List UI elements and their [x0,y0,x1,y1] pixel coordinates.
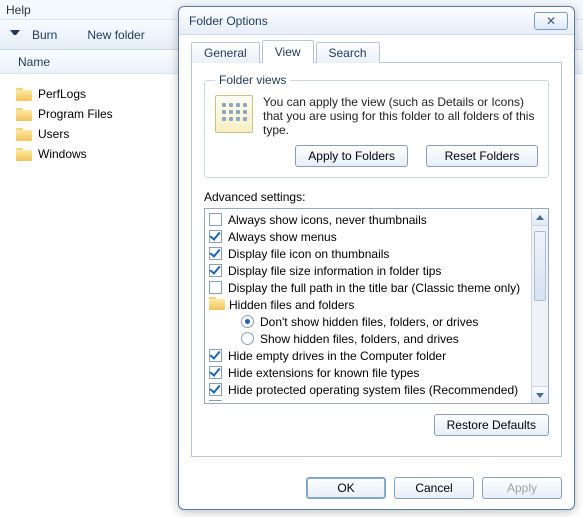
checkbox-icon[interactable] [209,366,222,379]
adv-item[interactable]: Hide protected operating system files (R… [209,381,528,398]
adv-item[interactable]: Launch folder windows in a separate proc… [209,398,528,401]
adv-item-label: Always show icons, never thumbnails [228,213,427,227]
folder-views-icon [215,95,253,133]
folder-icon [16,148,32,161]
folder-icon [209,297,223,313]
adv-item-label: Hide protected operating system files (R… [228,383,518,397]
checkbox-icon[interactable] [209,349,222,362]
dialog-titlebar: Folder Options ✕ [179,7,574,35]
adv-item-label: Show hidden files, folders, and drives [260,332,459,346]
list-item-label: Windows [38,147,87,161]
folder-views-text: You can apply the view (such as Details … [263,95,538,137]
advanced-settings-list: Always show icons, never thumbnails Alway… [204,208,549,404]
folder-views-group: Folder views You can apply the view (suc… [204,73,549,178]
adv-item-label: Hidden files and folders [229,298,354,312]
folder-views-legend: Folder views [215,73,290,87]
checkbox-icon[interactable] [209,213,222,226]
adv-item[interactable]: Always show icons, never thumbnails [209,211,528,228]
adv-item-label: Always show menus [228,230,337,244]
list-item-label: PerfLogs [38,87,86,101]
apply-to-folders-button[interactable]: Apply to Folders [295,145,408,167]
scroll-down-icon[interactable] [532,386,548,403]
organize-dropdown-icon[interactable] [10,30,20,40]
tab-view[interactable]: View [262,40,314,63]
adv-item[interactable]: Don't show hidden files, folders, or dri… [209,313,528,330]
scroll-thumb[interactable] [534,231,546,301]
apply-button[interactable]: Apply [482,477,562,499]
folder-icon [16,128,32,141]
close-button[interactable]: ✕ [534,12,568,30]
adv-item[interactable]: Hide empty drives in the Computer folder [209,347,528,364]
adv-item-label: Display file icon on thumbnails [228,247,389,261]
adv-item-label: Display the full path in the title bar (… [228,281,520,295]
folder-options-dialog: Folder Options ✕ General View Search Fol… [178,6,575,510]
checkbox-icon[interactable] [209,383,222,396]
cancel-button[interactable]: Cancel [394,477,474,499]
adv-item-label: Don't show hidden files, folders, or dri… [260,315,478,329]
checkbox-icon[interactable] [209,264,222,277]
adv-item[interactable]: Hidden files and folders [209,296,528,313]
scrollbar[interactable] [531,209,548,403]
checkbox-icon[interactable] [209,400,222,401]
reset-folders-button[interactable]: Reset Folders [426,145,538,167]
tab-general[interactable]: General [191,42,260,63]
menu-help[interactable]: Help [6,3,31,17]
list-item-label: Program Files [38,107,113,121]
checkbox-icon[interactable] [209,247,222,260]
checkbox-icon[interactable] [209,281,222,294]
radio-icon[interactable] [241,315,254,328]
adv-item[interactable]: Always show menus [209,228,528,245]
dialog-button-row: OK Cancel Apply [179,467,574,499]
ok-button[interactable]: OK [306,477,386,499]
adv-item[interactable]: Display file size information in folder … [209,262,528,279]
adv-item[interactable]: Display the full path in the title bar (… [209,279,528,296]
adv-item-label: Hide extensions for known file types [228,366,419,380]
tab-strip: General View Search [191,41,562,63]
folder-icon [16,108,32,121]
folder-icon [16,88,32,101]
checkbox-icon[interactable] [209,230,222,243]
adv-item[interactable]: Hide extensions for known file types [209,364,528,381]
dialog-title: Folder Options [189,14,534,28]
adv-item-label: Hide empty drives in the Computer folder [228,349,446,363]
toolbar-burn[interactable]: Burn [32,28,57,42]
close-icon: ✕ [546,14,556,28]
scroll-up-icon[interactable] [532,209,548,226]
adv-item[interactable]: Display file icon on thumbnails [209,245,528,262]
adv-item-label: Launch folder windows in a separate proc… [228,400,468,402]
adv-item-label: Display file size information in folder … [228,264,441,278]
adv-item[interactable]: Show hidden files, folders, and drives [209,330,528,347]
advanced-settings-label: Advanced settings: [204,190,549,204]
tab-search[interactable]: Search [316,42,380,63]
list-item-label: Users [38,127,69,141]
tab-panel-view: Folder views You can apply the view (suc… [191,63,562,457]
restore-defaults-button[interactable]: Restore Defaults [434,414,549,436]
radio-icon[interactable] [241,332,254,345]
toolbar-new-folder[interactable]: New folder [87,28,144,42]
